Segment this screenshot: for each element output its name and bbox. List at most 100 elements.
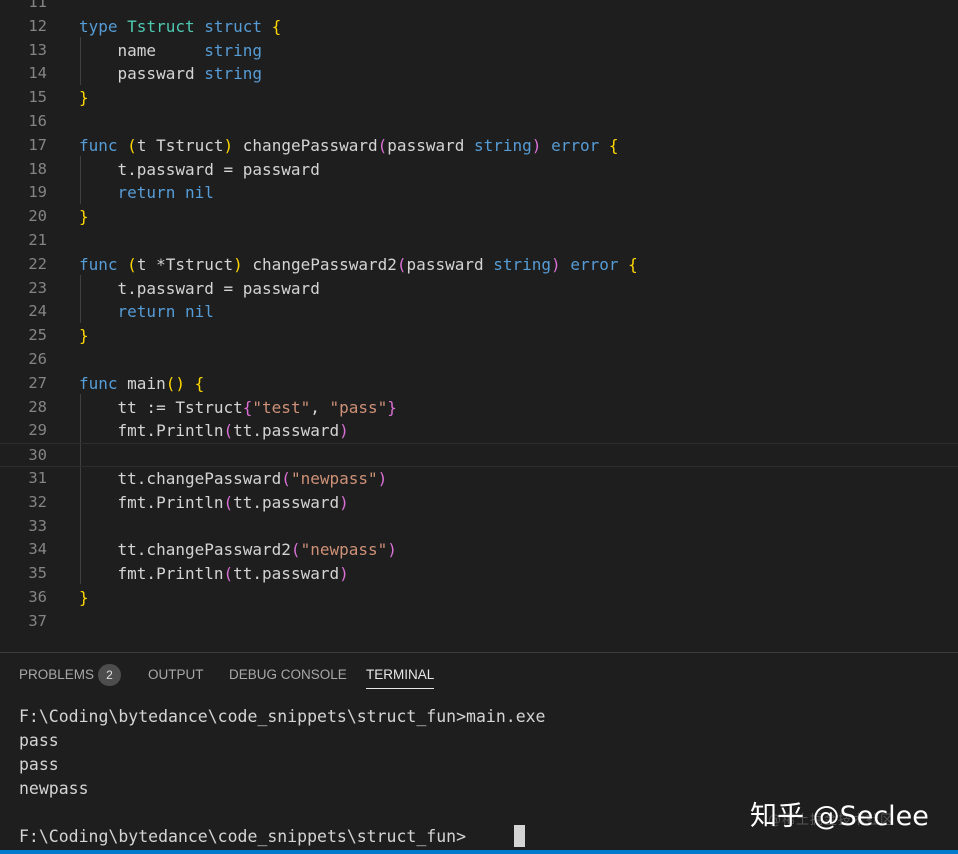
line-number: 32 <box>28 492 47 511</box>
code-token: ) <box>223 135 234 155</box>
line-number: 35 <box>28 564 47 583</box>
code-token: name <box>79 40 205 60</box>
code-token: type <box>79 16 128 36</box>
code-token: t Tstruct <box>136 135 224 155</box>
code-token: } <box>79 588 89 607</box>
tab-output[interactable]: OUTPUT <box>148 667 204 691</box>
code-line[interactable]: 22 func (t *Tstruct) changePassward2(pass… <box>0 253 958 277</box>
code-token: ) <box>551 254 561 274</box>
line-number: 29 <box>28 421 47 440</box>
panel-tabs: PROBLEMS 2 OUTPUT DEBUG CONSOLE TERMINAL <box>0 653 958 697</box>
code-token: ) <box>377 469 388 488</box>
code-line[interactable]: 25} <box>0 324 958 348</box>
terminal-prompt: F:\Coding\bytedance\code_snippets\struct… <box>19 827 467 846</box>
line-number: 22 <box>28 254 47 273</box>
code-line[interactable]: 23 t.passward = passward <box>0 277 958 301</box>
terminal-line: pass <box>19 731 59 750</box>
code-line[interactable]: 20} <box>0 205 958 229</box>
code-line[interactable]: 35 fmt.Println(tt.passward) <box>0 562 958 586</box>
code-text: tt.changePassward("newpass") <box>79 467 388 491</box>
code-line[interactable]: 17 func (t Tstruct) changePassward(passwa… <box>0 134 958 158</box>
code-token: passward <box>79 64 205 84</box>
code-token: fmt.Println <box>79 421 224 441</box>
line-number: 19 <box>28 183 47 202</box>
code-line[interactable]: 29 fmt.Println(tt.passward) <box>0 419 958 443</box>
code-line[interactable]: 34 tt.changePassward2("newpass") <box>0 538 958 562</box>
code-token: fmt.Println <box>79 564 224 584</box>
code-token: changePassward <box>233 135 378 155</box>
code-line[interactable]: 16 <box>0 110 958 134</box>
tab-terminal[interactable]: TERMINAL <box>366 667 435 689</box>
code-line[interactable]: 32 fmt.Println(tt.passward) <box>0 491 958 515</box>
tab-debug-console[interactable]: DEBUG CONSOLE <box>229 667 347 691</box>
code-text: fmt.Println(tt.passward) <box>79 562 349 586</box>
code-line[interactable]: 28 tt := Tstruct{"test", "pass"} <box>0 396 958 420</box>
code-token: string <box>204 64 263 84</box>
code-token: changePassward2 <box>242 254 397 274</box>
terminal-line: pass <box>19 755 59 774</box>
code-token: passward <box>387 135 474 155</box>
code-line[interactable]: 18 t.passward = passward <box>0 158 958 182</box>
code-token: tt.passward <box>233 492 340 512</box>
code-line[interactable]: 37 <box>0 610 958 634</box>
line-number: 37 <box>28 611 47 630</box>
code-token: ) <box>233 254 243 274</box>
code-line[interactable]: 21 <box>0 229 958 253</box>
code-line[interactable]: 13 name string <box>0 39 958 63</box>
code-text: func main() { <box>79 372 204 396</box>
code-text: } <box>79 86 89 110</box>
code-token: return nil <box>79 183 214 203</box>
code-line[interactable]: 24 return nil <box>0 300 958 324</box>
code-token: ( <box>290 540 301 560</box>
code-line[interactable]: 36} <box>0 586 958 610</box>
code-token: ( <box>223 492 234 512</box>
code-token: tt.changePassward <box>79 469 282 488</box>
code-line[interactable]: 14 passward string <box>0 62 958 86</box>
code-token: "newpass" <box>300 540 388 560</box>
code-token: ( <box>377 135 388 155</box>
code-text: return nil <box>79 181 214 205</box>
line-number: 20 <box>28 207 47 226</box>
code-text: name string <box>79 39 263 63</box>
tab-problems[interactable]: PROBLEMS <box>19 667 94 691</box>
code-line[interactable]: 31 tt.changePassward("newpass") <box>0 467 958 491</box>
code-line[interactable]: 19 return nil <box>0 181 958 205</box>
code-token: ) <box>339 564 349 584</box>
code-line[interactable]: 11 <box>0 0 958 15</box>
code-line[interactable]: 33 <box>0 515 958 539</box>
code-token: t.passward = passward <box>79 278 320 298</box>
code-text: func (t *Tstruct) changePassward2(passwa… <box>79 253 638 277</box>
watermark: 知乎 @Seclee <box>750 801 929 832</box>
code-token: ( <box>396 254 407 274</box>
code-token: ) <box>339 492 349 512</box>
code-line[interactable]: 30 <box>0 443 958 467</box>
bottom-panel: PROBLEMS 2 OUTPUT DEBUG CONSOLE TERMINAL… <box>0 652 958 854</box>
code-token: { <box>194 373 205 393</box>
code-token: } <box>79 88 89 108</box>
code-token: { <box>271 16 282 36</box>
code-token: { <box>628 254 638 274</box>
line-number: 28 <box>28 397 47 416</box>
line-number: 33 <box>28 516 47 535</box>
code-text: tt := Tstruct{"test", "pass"} <box>79 396 397 420</box>
code-text: } <box>79 586 89 610</box>
terminal-cursor <box>514 825 525 847</box>
code-editor[interactable]: 11 12 type Tstruct struct {13 name string 1… <box>0 0 958 652</box>
code-token: ( <box>127 254 137 274</box>
code-token: { <box>242 397 253 417</box>
line-number: 34 <box>28 540 47 559</box>
code-line[interactable]: 12 type Tstruct struct { <box>0 15 958 39</box>
status-bar <box>0 850 958 854</box>
tab-problems-label: PROBLEMS <box>19 667 95 682</box>
code-text: type Tstruct struct { <box>79 15 281 39</box>
code-token: ( <box>127 135 137 155</box>
line-number: 31 <box>28 469 47 487</box>
code-line[interactable]: 15} <box>0 86 958 110</box>
code-token: Tstruct <box>127 16 205 36</box>
code-line[interactable]: 27 func main() { <box>0 372 958 396</box>
code-line[interactable]: 26 <box>0 348 958 372</box>
problems-count-badge: 2 <box>98 664 121 686</box>
code-text: fmt.Println(tt.passward) <box>79 491 349 515</box>
line-number: 26 <box>28 350 47 368</box>
code-token: ) <box>339 421 349 441</box>
